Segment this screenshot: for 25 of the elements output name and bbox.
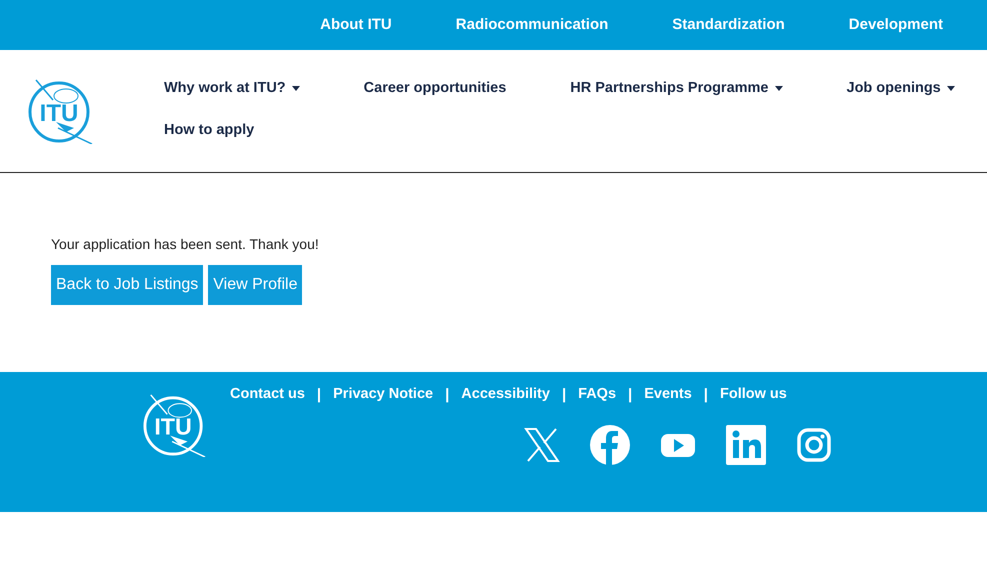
footer-link[interactable]: Events — [644, 384, 692, 406]
top-nav-link[interactable]: About ITU — [320, 14, 392, 36]
separator: | — [445, 385, 450, 405]
top-nav-link[interactable]: Radiocommunication — [456, 14, 608, 36]
action-button[interactable]: View Profile — [208, 265, 302, 305]
footer-link[interactable]: FAQs — [578, 384, 616, 406]
facebook-icon[interactable] — [590, 424, 630, 464]
nav-menu-item[interactable]: How to apply — [164, 120, 254, 140]
footer-link[interactable]: Privacy Notice — [333, 384, 434, 406]
separator: | — [628, 385, 632, 405]
action-button[interactable]: Back to Job Listings — [51, 265, 204, 305]
footer-link[interactable]: Accessibility — [461, 384, 550, 406]
separator: | — [562, 385, 566, 405]
separator: | — [704, 385, 708, 405]
nav-menu-item[interactable]: Why work at ITU? — [164, 78, 300, 98]
separator: | — [316, 385, 322, 405]
top-nav-link[interactable]: Standardization — [672, 14, 785, 36]
nav-menu-item[interactable]: Job openings — [846, 78, 955, 98]
linkedin-icon[interactable] — [726, 424, 766, 464]
footer-link[interactable]: Follow us — [720, 384, 787, 406]
top-nav-link[interactable]: Development — [848, 14, 943, 36]
nav-menu-item[interactable]: Career opportunities — [364, 78, 506, 98]
footer-link[interactable]: Contact us — [230, 384, 305, 406]
confirmation-message: Your application has been sent. Thank you! — [51, 235, 320, 253]
nav-menu-item[interactable]: HR Partnerships Programme — [570, 78, 782, 98]
